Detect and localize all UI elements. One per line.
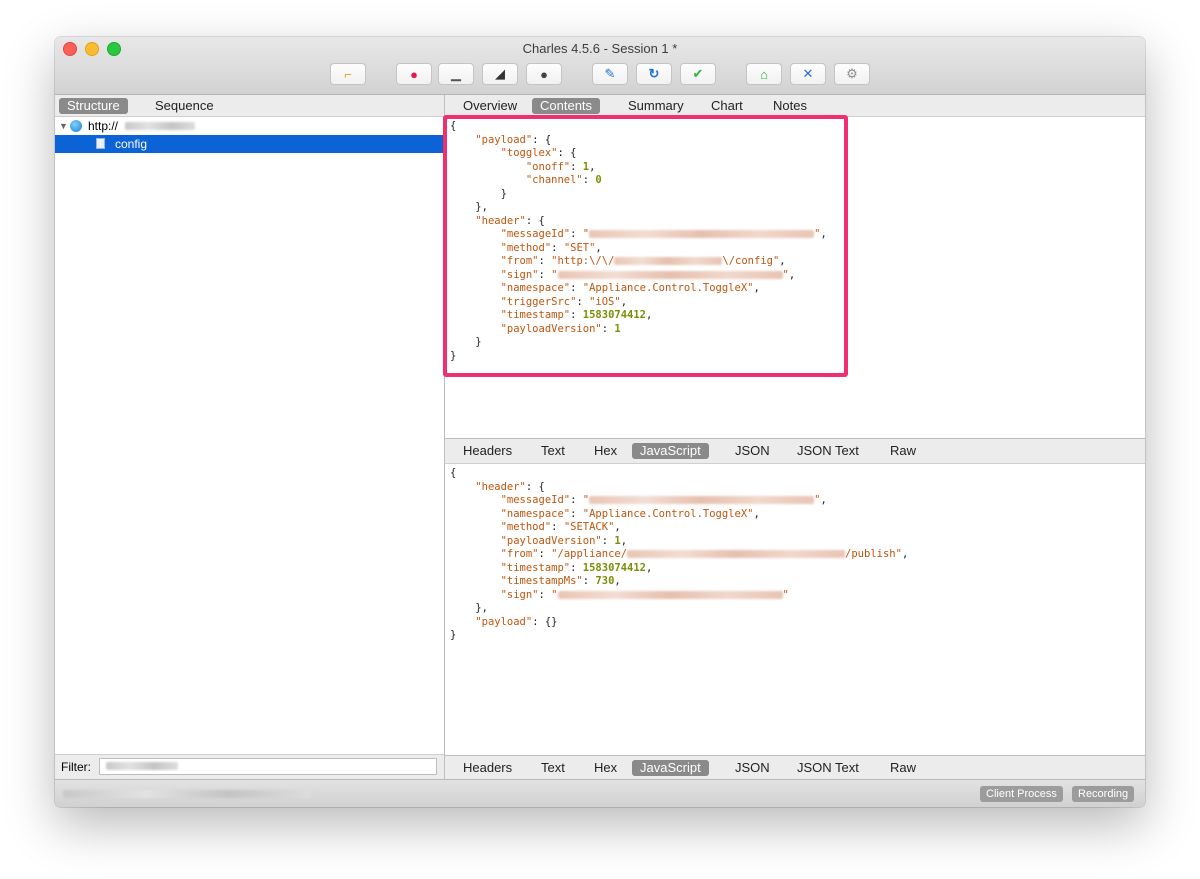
repeat-button[interactable]: ↻ [636,63,672,85]
tools-icon: ✕ [802,66,814,81]
tab-text[interactable]: Text [533,760,573,776]
tab-headers[interactable]: Headers [455,760,520,776]
tab-hex[interactable]: Hex [586,760,625,776]
compose-button[interactable]: ✎ [592,63,628,85]
throttle-button[interactable]: ▁ [438,63,474,85]
redacted-value [557,590,783,599]
broom-icon: ⌐ [344,66,352,82]
file-icon [96,138,105,149]
tab-contents[interactable]: Contents [532,98,601,114]
breakpoints-button[interactable]: ◢ [482,63,518,85]
filter-bar: Filter: [55,754,444,779]
sidebar: Structure Sequence ▼ http:// config Filt… [55,95,445,779]
tab-text[interactable]: Text [533,443,573,459]
tab-raw[interactable]: Raw [882,443,924,459]
client-process-button[interactable]: Client Process [980,786,1063,802]
tree-host-row[interactable]: ▼ http:// [55,117,444,135]
redacted-status-text [63,790,311,798]
tab-overview[interactable]: Overview [455,98,525,114]
redacted-filter-text [106,762,178,770]
response-body[interactable]: { "header": { "messageId": " ", "namespac… [450,467,1140,727]
disclosure-triangle-icon[interactable]: ▼ [59,117,68,135]
redacted-value [627,550,846,558]
pen-icon: ✎ [604,66,616,81]
title-bar: Charles 4.5.6 - Session 1 * ⌐ ● ▁ ◢ ● ✎ … [55,37,1145,95]
shopping-button[interactable]: ⌂ [746,63,782,85]
recording-button[interactable]: Recording [1072,786,1135,802]
refresh-icon: ↻ [648,66,660,81]
host-label: http:// [88,119,119,133]
tab-structure[interactable]: Structure [59,98,128,114]
redacted-host [125,122,195,130]
highlight-box [443,115,848,377]
redacted-value [589,496,815,504]
globe-icon [70,120,82,132]
filter-label: Filter: [61,760,91,774]
tab-chart[interactable]: Chart [703,98,751,114]
stop-button[interactable]: ● [526,63,562,85]
check-icon: ✔ [692,66,704,81]
tab-summary[interactable]: Summary [620,98,692,114]
tab-raw[interactable]: Raw [882,760,924,776]
tab-sequence[interactable]: Sequence [147,98,222,114]
sidebar-tabs: Structure Sequence [55,95,444,117]
tab-javascript[interactable]: JavaScript [632,443,709,459]
tools-button[interactable]: ✕ [790,63,826,85]
tab-headers[interactable]: Headers [455,443,520,459]
tab-notes[interactable]: Notes [765,98,815,114]
tree-item-label: config [115,137,148,151]
tab-json-text[interactable]: JSON Text [789,443,867,459]
request-subtabs: Headers Text Hex JavaScript JSON JSON Te… [445,438,1145,464]
throttle-icon: ▁ [451,66,461,81]
charles-window: Charles 4.5.6 - Session 1 * ⌐ ● ▁ ◢ ● ✎ … [55,37,1145,807]
tab-json[interactable]: JSON [727,760,778,776]
tree-item-config[interactable]: config [55,135,444,153]
status-bar: Client Process Recording [55,779,1145,807]
settings-button[interactable]: ⚙ [834,63,870,85]
gear-icon: ⚙ [846,66,858,81]
top-tabs: Overview Contents Summary Chart Notes [445,95,1145,117]
filter-input[interactable] [99,758,437,775]
response-subtabs: Headers Text Hex JavaScript JSON JSON Te… [445,755,1145,780]
validate-button[interactable]: ✔ [680,63,716,85]
tab-json-text[interactable]: JSON Text [789,760,867,776]
tab-javascript[interactable]: JavaScript [632,760,709,776]
window-title: Charles 4.5.6 - Session 1 * [522,41,678,56]
record-icon: ● [410,66,418,82]
tab-json[interactable]: JSON [727,443,778,459]
record-button[interactable]: ● [396,63,432,85]
response-json: { "header": { "messageId": " ", "namespac… [450,467,909,641]
tab-hex[interactable]: Hex [586,443,625,459]
clear-session-button[interactable]: ⌐ [330,63,366,85]
basket-icon: ⌂ [760,66,768,82]
stop-icon: ● [540,66,548,82]
turtle-icon: ◢ [495,66,505,81]
